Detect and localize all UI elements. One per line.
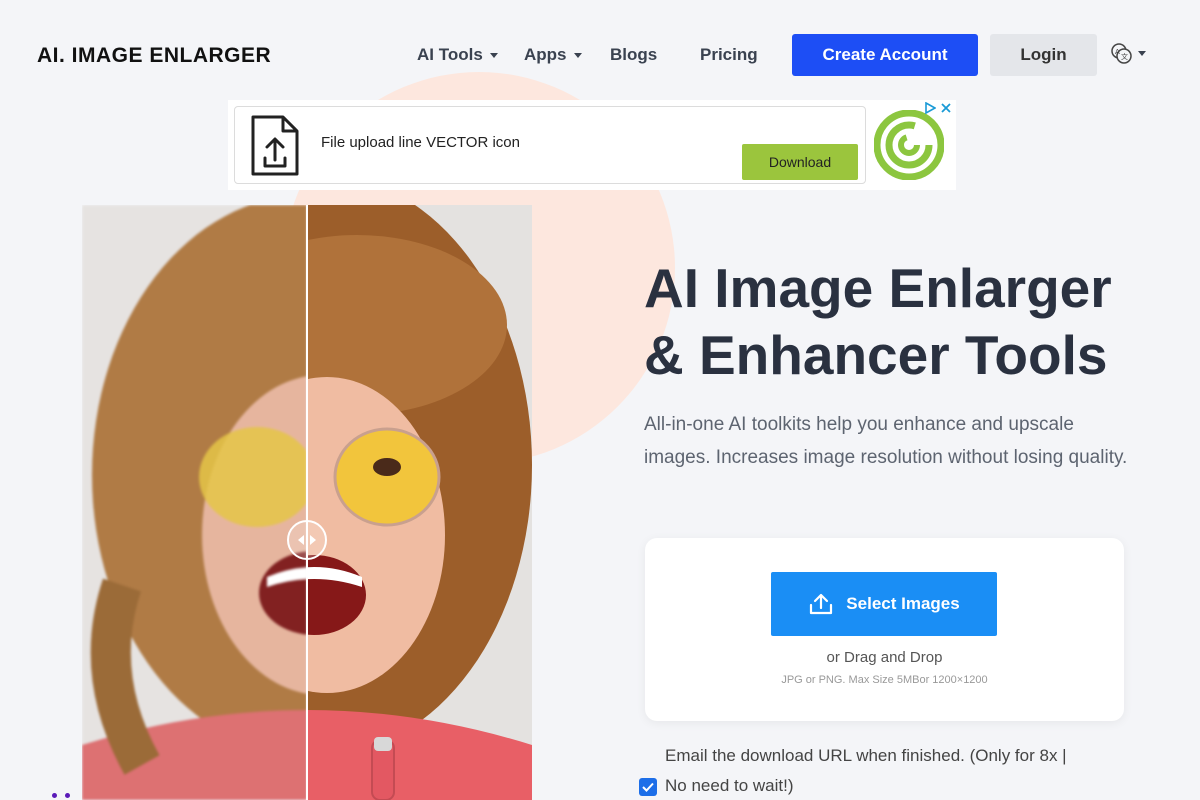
upload-icon (810, 593, 833, 615)
ad-text: File upload line VECTOR icon (321, 134, 520, 151)
email-checkbox[interactable] (639, 778, 657, 796)
drag-drop-text: or Drag and Drop (826, 649, 943, 666)
comparison-divider (306, 205, 308, 800)
check-icon (642, 782, 654, 792)
translate-icon: A 文 (1111, 43, 1132, 64)
close-icon[interactable] (940, 102, 952, 114)
slider-handle[interactable] (287, 520, 327, 560)
adchoices-icon[interactable] (924, 102, 936, 114)
nav-ai-tools[interactable]: AI Tools (417, 45, 498, 65)
before-after-photo[interactable] (82, 205, 532, 800)
email-option-text-1: Email the download URL when finished. (O… (665, 746, 1067, 765)
title-line-2: & Enhancer Tools (644, 324, 1108, 386)
caret-down-icon (573, 52, 582, 58)
nav-pricing[interactable]: Pricing (700, 45, 758, 65)
decorative-dots (52, 793, 70, 798)
nav-apps-label: Apps (524, 45, 567, 64)
page-title: AI Image Enlarger & Enhancer Tools (644, 255, 1164, 389)
ad-download-button[interactable]: Download (742, 144, 858, 180)
select-images-button[interactable]: Select Images (771, 572, 997, 636)
arrow-left-icon (298, 535, 304, 545)
nav-apps[interactable]: Apps (524, 45, 582, 65)
site-logo[interactable]: AI. IMAGE ENLARGER (37, 44, 271, 68)
nav-pricing-label: Pricing (700, 45, 758, 64)
after-image (307, 205, 532, 800)
file-upload-icon (251, 115, 299, 176)
hero-subtitle: All-in-one AI toolkits help you enhance … (644, 414, 1128, 468)
svg-text:文: 文 (1121, 52, 1128, 61)
ad-choices[interactable] (924, 102, 952, 114)
file-hint-text: JPG or PNG. Max Size 5MBor 1200×1200 (781, 674, 988, 686)
title-line-1: AI Image Enlarger (644, 257, 1112, 319)
select-images-label: Select Images (846, 594, 960, 613)
nav-ai-tools-label: AI Tools (417, 45, 483, 64)
spiral-logo-icon (874, 110, 944, 180)
caret-down-icon (1138, 50, 1146, 56)
language-selector[interactable]: A 文 (1110, 42, 1146, 64)
ad-banner[interactable]: File upload line VECTOR icon Download (228, 100, 956, 190)
arrow-right-icon (310, 535, 316, 545)
login-button[interactable]: Login (990, 34, 1097, 76)
upload-card[interactable]: Select Images or Drag and Drop JPG or PN… (645, 538, 1124, 721)
before-image (82, 205, 307, 800)
nav-blogs[interactable]: Blogs (610, 45, 657, 65)
nav-blogs-label: Blogs (610, 45, 658, 64)
email-option-text-2: No need to wait!) (665, 776, 794, 795)
ad-card[interactable]: File upload line VECTOR icon Download (234, 106, 866, 184)
svg-text:A: A (1115, 48, 1120, 56)
create-account-button[interactable]: Create Account (792, 34, 978, 76)
caret-down-icon (489, 52, 498, 58)
